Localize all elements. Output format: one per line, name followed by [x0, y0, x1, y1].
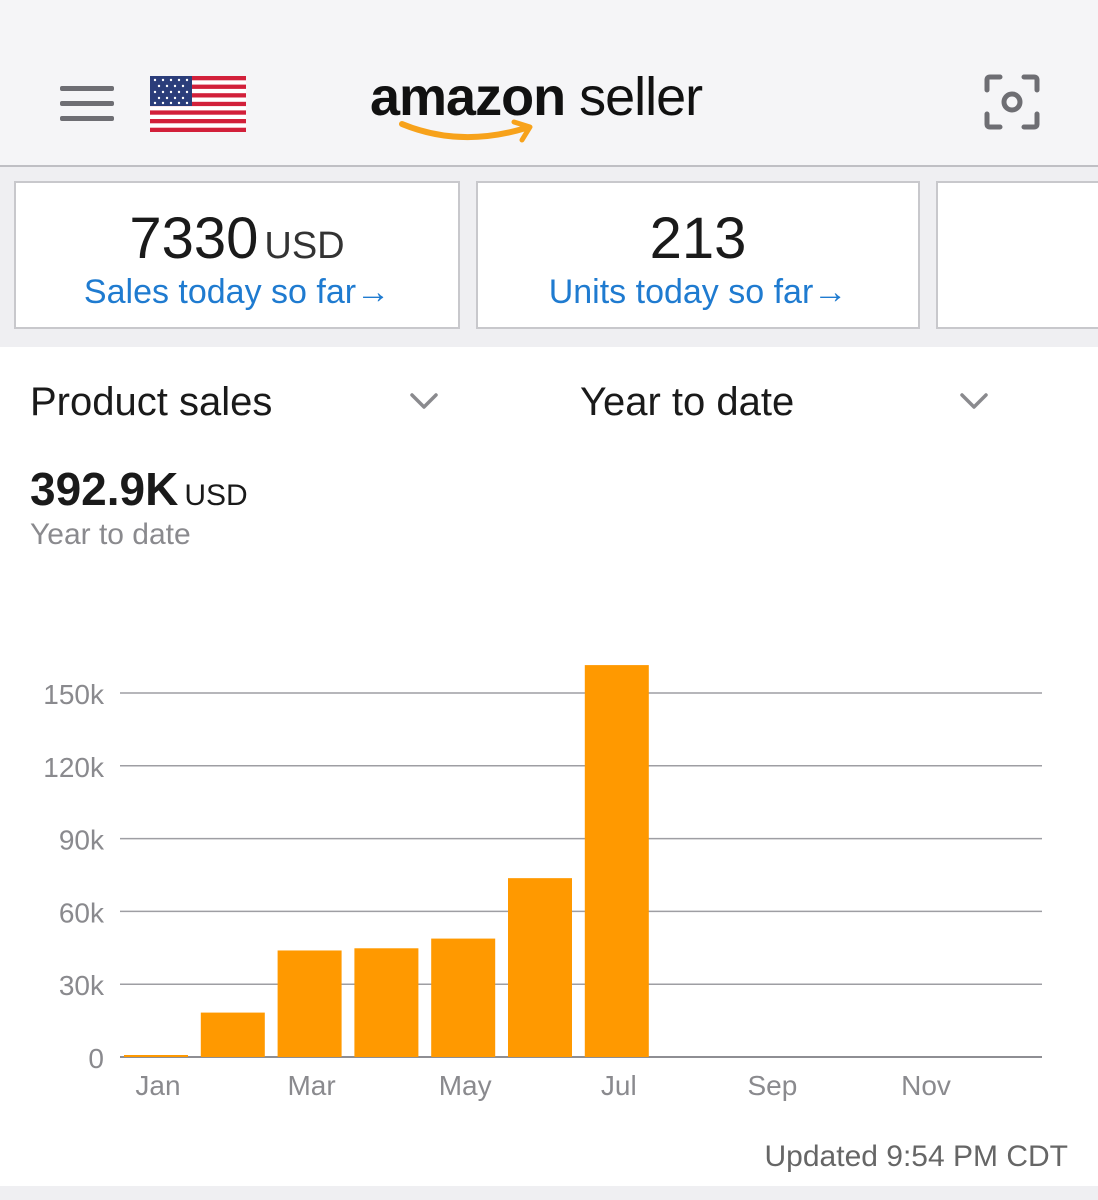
y-tick-label: 0: [88, 1043, 104, 1074]
bar-may: [431, 938, 496, 1057]
arrow-right-icon: →: [813, 273, 848, 311]
x-tick-label: Jul: [601, 1070, 637, 1101]
total-sales-caption: Year to date: [30, 518, 191, 551]
product-sales-bar-chart: 0 30k 60k 90k 120k 150k Jan Mar May Jul Sep Nov: [43, 665, 1042, 1101]
stat-cards-strip: 7330 USD Sales today so far→ 213 Units to…: [0, 167, 1098, 347]
x-tick-label: May: [439, 1070, 492, 1101]
logo-seller-text: seller: [579, 67, 703, 127]
app-header: amazon seller: [0, 0, 1098, 167]
total-sales-value: 392.9K: [30, 463, 179, 515]
bar-jan: [124, 1055, 188, 1057]
scan-camera-icon[interactable]: [984, 74, 1040, 130]
sales-value: 7330: [129, 206, 259, 271]
bar-apr: [354, 948, 419, 1057]
partial-stat-card[interactable]: [936, 181, 1098, 329]
bar-jul: [584, 665, 649, 1057]
units-link-label: Units today so far: [548, 273, 814, 311]
amazon-seller-logo: amazon seller: [370, 58, 730, 153]
arrow-right-icon: →: [356, 273, 391, 311]
updated-timestamp: Updated 9:54 PM CDT: [764, 1140, 1068, 1173]
total-sales: 392.9K USD: [30, 462, 248, 516]
x-tick-label: Nov: [901, 1070, 951, 1101]
chevron-down-icon: [410, 393, 438, 409]
sales-today-card[interactable]: 7330 USD Sales today so far→: [14, 181, 460, 329]
bar-feb: [200, 1012, 265, 1057]
total-sales-unit: USD: [184, 479, 248, 512]
units-today-card[interactable]: 213 Units today so far→: [476, 181, 920, 329]
units-today-link[interactable]: Units today so far→: [478, 273, 918, 312]
x-tick-label: Jan: [135, 1070, 180, 1101]
sales-unit: USD: [264, 225, 345, 267]
bar-mar: [277, 950, 342, 1057]
chevron-down-icon: [960, 393, 988, 409]
hamburger-menu-icon[interactable]: [60, 86, 114, 122]
amazon-smile-icon: [399, 119, 533, 143]
sales-link-label: Sales today so far: [83, 273, 357, 311]
sales-today-value: 7330 USD: [16, 205, 458, 272]
units-today-value: 213: [649, 206, 747, 271]
us-flag-icon[interactable]: [150, 76, 246, 132]
y-tick-label: 30k: [59, 970, 105, 1001]
metric-dropdown-label: Product sales: [30, 380, 273, 424]
metric-dropdown[interactable]: Product sales: [30, 380, 440, 430]
y-tick-label: 60k: [59, 897, 105, 928]
x-tick-label: Mar: [287, 1070, 335, 1101]
bottom-divider: [0, 1186, 1098, 1200]
y-tick-label: 90k: [59, 825, 105, 856]
sales-today-link[interactable]: Sales today so far→: [16, 273, 458, 312]
y-tick-label: 150k: [43, 679, 105, 710]
period-dropdown-label: Year to date: [580, 380, 795, 424]
period-dropdown[interactable]: Year to date: [580, 380, 990, 430]
bar-jun: [508, 878, 572, 1057]
y-tick-label: 120k: [43, 752, 105, 783]
x-tick-label: Sep: [747, 1070, 797, 1101]
